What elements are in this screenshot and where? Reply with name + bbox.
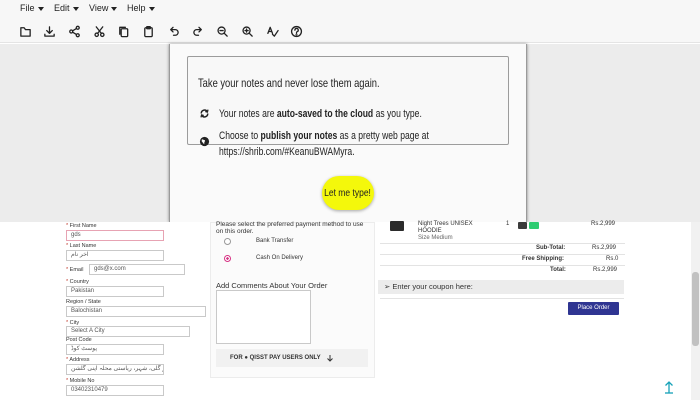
product-price: Rs.2,999 [591, 221, 616, 227]
payment-instruction: Please select the preferred payment meth… [216, 221, 364, 235]
comments-textarea[interactable] [216, 290, 311, 344]
last-name-label-text: Last Name [69, 243, 97, 249]
address-label-text: Address [69, 357, 90, 363]
order-summary [378, 222, 626, 278]
country-input[interactable]: Pakistan [66, 286, 164, 297]
postcode-input[interactable]: پوسٹ کوڈ [66, 344, 164, 355]
first-name-input[interactable]: gds [66, 230, 164, 241]
divider [380, 243, 625, 244]
copy-icon[interactable] [114, 22, 132, 40]
product-name-line2: HOODIE [418, 228, 442, 234]
address-label: * Address [66, 357, 90, 363]
globe-icon [199, 136, 210, 147]
menu-help[interactable]: Help [127, 3, 155, 13]
first-name-label-text: First Name [69, 223, 97, 229]
total-label: Total: [550, 267, 566, 273]
region-label: Region / State [66, 299, 101, 305]
shipping-label: Free Shipping: [522, 256, 564, 262]
cash-on-delivery-label: Cash On Delivery [256, 255, 304, 261]
back-to-top-icon[interactable] [663, 380, 675, 394]
publish-text-bold: publish your notes [260, 130, 338, 142]
menu-help-label: Help [127, 3, 146, 13]
divider [380, 265, 625, 266]
product-quantity: 1 [506, 221, 510, 227]
download-icon[interactable] [40, 22, 58, 40]
autosave-text-bold: auto-saved to the cloud [276, 108, 374, 120]
zoom-in-icon[interactable] [238, 22, 256, 40]
city-select[interactable]: Select A City [66, 326, 190, 337]
mobile-label: * Mobile No [66, 378, 94, 384]
coupon-label: Enter your coupon here: [392, 282, 473, 291]
arrow-down-icon [327, 355, 333, 362]
note-headline: Take your notes and never lose them agai… [198, 76, 380, 90]
update-icon[interactable] [518, 222, 527, 229]
let-me-type-label: Let me type! [324, 187, 372, 199]
mobile-input[interactable]: 03402310479 [66, 385, 164, 396]
undo-icon[interactable] [164, 22, 182, 40]
note-line-autosave: Your notes are auto-saved to the cloud a… [219, 108, 422, 120]
last-name-label: * Last Name [66, 243, 96, 249]
toolbar [0, 19, 700, 43]
let-me-type-button[interactable]: Let me type! [322, 176, 374, 210]
help-icon[interactable] [287, 22, 305, 40]
note-line-publish: Choose to publish your notes as a pretty… [219, 130, 429, 142]
divider [380, 298, 624, 299]
cash-on-delivery-radio[interactable] [224, 255, 231, 262]
total-value: Rs.2,999 [593, 267, 618, 273]
postcode-label: Post Code [66, 337, 92, 343]
menu-view-label: View [89, 3, 109, 13]
product-thumbnail [390, 221, 404, 231]
coupon-toggle[interactable]: ➢ Enter your coupon here: [378, 280, 624, 294]
caret-down-icon [37, 6, 44, 11]
note-publish-url[interactable]: https://shrib.com/#KeanuBWAMyra. [219, 146, 355, 158]
country-label: * Country [66, 279, 89, 285]
email-input[interactable]: gds@x.com [89, 264, 185, 275]
pay-users-text: FOR ● QISST PAY USERS ONLY [230, 355, 321, 361]
comments-title: Add Comments About Your Order [216, 281, 328, 290]
share-icon[interactable] [65, 22, 83, 40]
spellcheck-icon[interactable] [263, 22, 281, 40]
sync-icon [200, 109, 209, 118]
email-label-text: Email [69, 267, 84, 273]
publish-text-pre: Choose to [219, 130, 261, 142]
country-label-text: Country [69, 279, 89, 285]
cut-icon[interactable] [90, 22, 108, 40]
divider [380, 254, 625, 255]
zoom-out-icon[interactable] [213, 22, 231, 40]
menu-file-label: File [20, 3, 35, 13]
subtotal-value: Rs.2,999 [592, 245, 617, 251]
product-variant: Size Medium [418, 235, 453, 241]
paste-icon[interactable] [139, 22, 157, 40]
caret-down-icon [148, 6, 155, 11]
address-input[interactable]: ہ ہر گلی، شہر، ریاستی محلہ اپنی گلشن [66, 364, 164, 375]
menu-edit[interactable]: Edit [54, 3, 79, 13]
remove-icon[interactable] [529, 222, 539, 229]
menu-edit-label: Edit [54, 3, 70, 13]
redo-icon[interactable] [189, 22, 207, 40]
bank-transfer-radio[interactable] [224, 238, 231, 245]
bank-transfer-label: Bank Transfer [256, 238, 294, 244]
menu-file[interactable]: File [20, 3, 44, 13]
first-name-label: * First Name [66, 223, 97, 229]
autosave-text-pre: Your notes are [219, 108, 277, 120]
menubar: File Edit View Help [0, 0, 700, 19]
caret-down-icon [72, 6, 79, 11]
scrollbar-thumb[interactable] [692, 272, 699, 346]
place-order-button[interactable]: Place Order [568, 302, 619, 315]
menu-view[interactable]: View [89, 3, 118, 13]
email-label: * Email [66, 267, 83, 273]
caret-down-icon [111, 6, 118, 11]
mobile-label-text: Mobile No [69, 378, 95, 384]
autosave-text-post: as you type. [373, 108, 422, 120]
last-name-input[interactable]: آخر نام [66, 250, 164, 261]
shipping-value: Rs.0 [606, 256, 619, 262]
publish-text-post: as a pretty web page at [337, 130, 429, 142]
new-document-icon[interactable] [16, 22, 34, 40]
product-name-line1: Night Trees UNISEX [418, 221, 473, 227]
subtotal-label: Sub-Total: [536, 245, 566, 251]
region-select[interactable]: Balochistan [66, 306, 206, 317]
